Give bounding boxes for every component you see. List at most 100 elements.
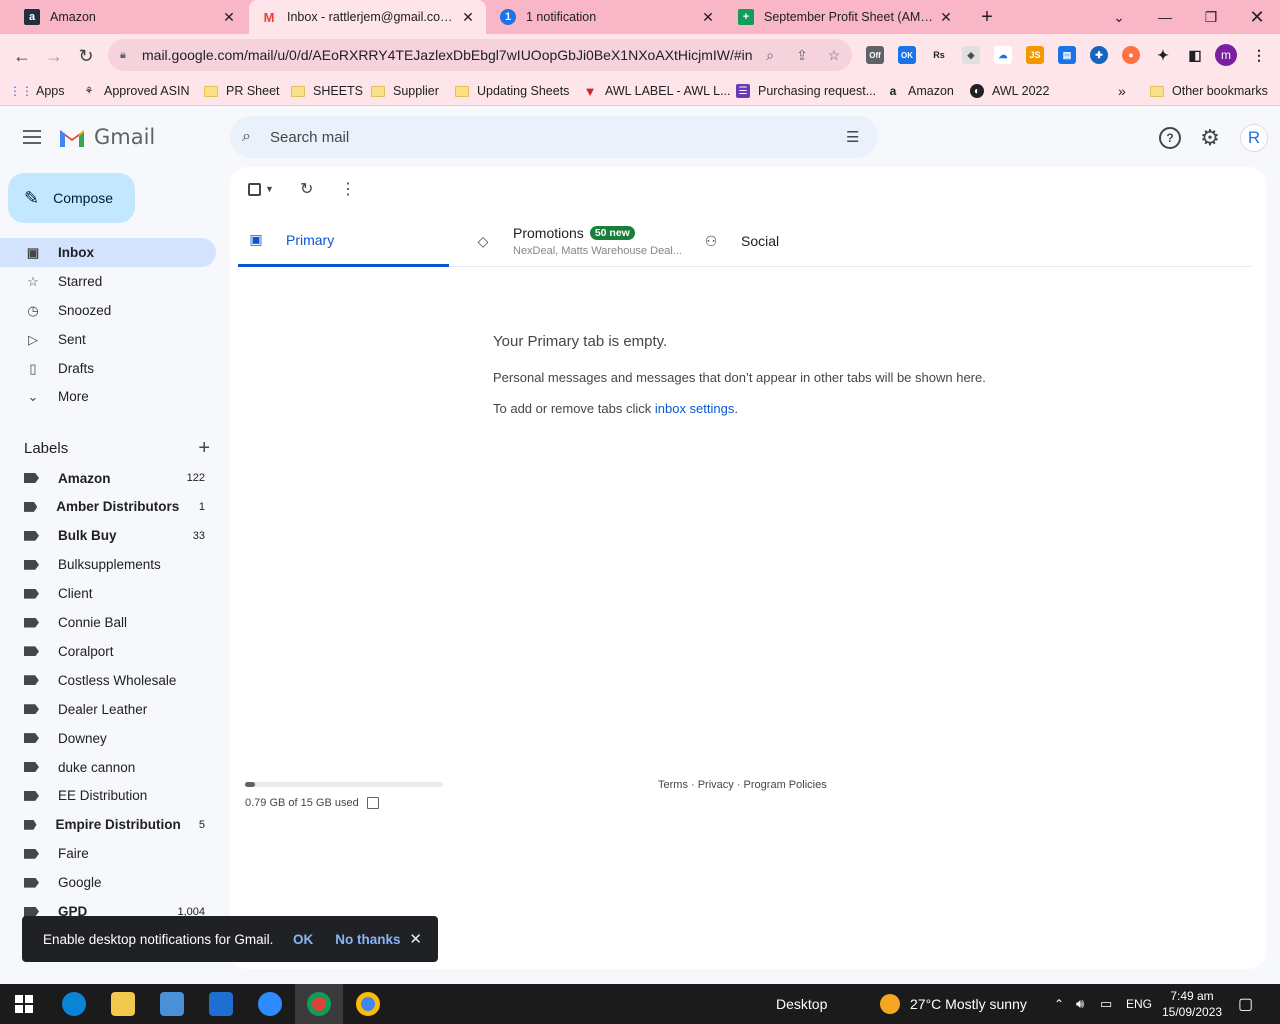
footer-links[interactable]: Terms · Privacy · Program Policies bbox=[658, 779, 827, 791]
bookmark-awl-2022[interactable]: ◐ AWL 2022 bbox=[970, 82, 1049, 100]
zoom-icon[interactable]: ⌕ bbox=[760, 45, 780, 65]
label-item[interactable]: Dealer Leather bbox=[0, 695, 216, 723]
settings-gear-icon[interactable]: ⚙ bbox=[1199, 125, 1221, 150]
search-options-icon[interactable]: ☰ bbox=[846, 128, 864, 146]
label-item[interactable]: Amber Distributors 1 bbox=[0, 493, 216, 521]
extension-icon[interactable]: ● bbox=[1122, 46, 1140, 64]
extension-off-icon[interactable]: Off bbox=[866, 46, 884, 64]
help-icon[interactable]: ? bbox=[1159, 127, 1181, 149]
forward-button[interactable]: → bbox=[40, 42, 68, 70]
chrome-profile-m-icon[interactable] bbox=[295, 984, 343, 1024]
reload-button[interactable]: ↻ bbox=[72, 42, 100, 70]
compose-button[interactable]: ✎ Compose bbox=[8, 173, 135, 223]
extension-js-icon[interactable]: JS bbox=[1026, 46, 1044, 64]
browser-tab-amazon[interactable]: a Amazon ✕ bbox=[12, 0, 247, 34]
no-thanks-button[interactable]: No thanks bbox=[335, 932, 400, 947]
label-item[interactable]: Bulksupplements bbox=[0, 551, 216, 579]
label-item[interactable]: Client bbox=[0, 580, 216, 608]
label-item[interactable]: Coralport bbox=[0, 637, 216, 665]
bookmark-supplier[interactable]: Supplier bbox=[371, 82, 439, 100]
bookmark-purchasing-request[interactable]: ☰ Purchasing request... bbox=[736, 82, 876, 100]
browser-tab-notification[interactable]: 1 1 notification ✕ bbox=[488, 0, 726, 34]
caret-down-icon[interactable]: ▼ bbox=[265, 184, 274, 194]
tab-promotions[interactable]: ◇ Promotions 50 new NexDeal, Matts Wareh… bbox=[465, 215, 687, 267]
open-external-icon[interactable] bbox=[366, 797, 379, 809]
back-button[interactable]: ← bbox=[8, 42, 36, 70]
bookmark-awl-label[interactable]: ▼ AWL LABEL - AWL L... bbox=[583, 82, 731, 100]
label-item[interactable]: Google bbox=[0, 869, 216, 897]
nav-item-inbox[interactable]: ▣ Inbox bbox=[0, 238, 216, 267]
bookmark-approved-asin[interactable]: ⚘ Approved ASIN bbox=[82, 82, 190, 100]
windows-start-icon[interactable] bbox=[0, 984, 48, 1024]
restore-button[interactable]: ❐ bbox=[1188, 0, 1234, 34]
action-center-icon[interactable]: ▢ bbox=[1238, 984, 1253, 1024]
select-all-checkbox[interactable]: ▼ bbox=[248, 179, 274, 199]
store-icon[interactable] bbox=[148, 984, 196, 1024]
bookmark-star-icon[interactable]: ☆ bbox=[824, 45, 844, 65]
extension-icon[interactable]: ◈ bbox=[962, 46, 980, 64]
weather-widget[interactable]: 27°C Mostly sunny bbox=[880, 984, 1027, 1024]
address-bar[interactable]: 🔒︎ mail.google.com/mail/u/0/d/AEoRXRRY4T… bbox=[108, 39, 852, 71]
side-panel-icon[interactable]: ◧ bbox=[1186, 46, 1204, 64]
label-item[interactable]: Empire Distribution 5 bbox=[0, 811, 216, 839]
label-item[interactable]: EE Distribution bbox=[0, 782, 216, 810]
extension-icon[interactable]: ☁︎ bbox=[994, 46, 1012, 64]
main-menu-icon[interactable] bbox=[22, 127, 42, 147]
share-icon[interactable]: ⇪ bbox=[792, 45, 812, 65]
browser-tab-sheets[interactable]: + September Profit Sheet (AMAZING ✕ bbox=[726, 0, 964, 34]
extension-rs-icon[interactable]: Rs bbox=[930, 46, 948, 64]
nav-item-snoozed[interactable]: ◷ Snoozed bbox=[0, 296, 216, 325]
tab-social[interactable]: ⚇ Social bbox=[693, 215, 893, 267]
tab-primary[interactable]: ▣ Primary bbox=[238, 215, 449, 267]
browser-profile-avatar[interactable]: m bbox=[1215, 44, 1237, 66]
close-icon[interactable]: ✕ bbox=[460, 9, 476, 25]
more-options-icon[interactable]: ⋮ bbox=[340, 179, 356, 199]
bookmark-amazon[interactable]: a Amazon bbox=[886, 82, 954, 100]
nav-item-drafts[interactable]: ▯ Drafts bbox=[0, 354, 216, 383]
close-icon[interactable]: ✕ bbox=[221, 9, 237, 25]
label-item[interactable]: Amazon 122 bbox=[0, 464, 216, 492]
extension-icon[interactable]: ▤ bbox=[1058, 46, 1076, 64]
tab-search-chevron-icon[interactable]: ⌄ bbox=[1096, 0, 1142, 34]
browser-menu-icon[interactable]: ⋮ bbox=[1250, 46, 1268, 64]
browser-tab-gmail[interactable]: M Inbox - rattlerjem@gmail.com - Gmail ✕ bbox=[249, 0, 486, 34]
window-close-button[interactable]: ✕ bbox=[1234, 0, 1280, 34]
gmail-logo[interactable]: Gmail bbox=[58, 125, 155, 149]
language-indicator[interactable]: ENG bbox=[1126, 984, 1152, 1024]
label-item[interactable]: duke cannon bbox=[0, 753, 216, 781]
inbox-settings-link[interactable]: inbox settings bbox=[655, 401, 735, 416]
bookmark-other[interactable]: Other bookmarks bbox=[1150, 82, 1268, 100]
nav-item-sent[interactable]: ▷ Sent bbox=[0, 325, 216, 354]
more-bookmarks-chevron-icon[interactable]: » bbox=[1118, 82, 1126, 100]
network-icon[interactable]: ▭ bbox=[1100, 984, 1112, 1024]
close-icon[interactable]: ✕ bbox=[938, 9, 954, 25]
system-clock[interactable]: 7:49 am 15/09/2023 bbox=[1162, 988, 1222, 1020]
account-avatar[interactable]: R bbox=[1240, 124, 1268, 152]
puzzle-extensions-icon[interactable]: ✦ bbox=[1154, 46, 1172, 64]
mail-icon[interactable] bbox=[197, 984, 245, 1024]
minimize-button[interactable]: — bbox=[1142, 0, 1188, 34]
file-explorer-icon[interactable] bbox=[99, 984, 147, 1024]
desktop-toolbar-label[interactable]: Desktop bbox=[776, 984, 827, 1024]
search-icon[interactable]: ⌕ bbox=[242, 128, 262, 146]
bookmark-sheets[interactable]: SHEETS bbox=[291, 82, 363, 100]
edge-icon[interactable] bbox=[50, 984, 98, 1024]
chrome-icon[interactable] bbox=[344, 984, 392, 1024]
nav-item-starred[interactable]: ☆ Starred bbox=[0, 267, 216, 296]
label-item[interactable]: Faire bbox=[0, 840, 216, 868]
bookmark-pr-sheet[interactable]: PR Sheet bbox=[204, 82, 280, 100]
search-input[interactable] bbox=[270, 128, 830, 146]
label-item[interactable]: Connie Ball bbox=[0, 609, 216, 637]
close-icon[interactable]: ✕ bbox=[409, 930, 422, 948]
label-item[interactable]: Costless Wholesale bbox=[0, 666, 216, 694]
close-icon[interactable]: ✕ bbox=[700, 9, 716, 25]
bookmark-updating-sheets[interactable]: Updating Sheets bbox=[455, 82, 569, 100]
extension-ok-icon[interactable]: OK bbox=[898, 46, 916, 64]
volume-icon[interactable]: 🔊︎ bbox=[1076, 984, 1084, 1024]
extension-icon[interactable]: ✚ bbox=[1090, 46, 1108, 64]
ok-button[interactable]: OK bbox=[293, 932, 313, 947]
bookmark-apps[interactable]: ⋮⋮ Apps bbox=[9, 82, 65, 100]
search-bar[interactable]: ⌕ ☰ bbox=[230, 116, 878, 158]
refresh-icon[interactable]: ↻ bbox=[300, 179, 313, 199]
new-tab-button[interactable]: + bbox=[976, 6, 998, 28]
